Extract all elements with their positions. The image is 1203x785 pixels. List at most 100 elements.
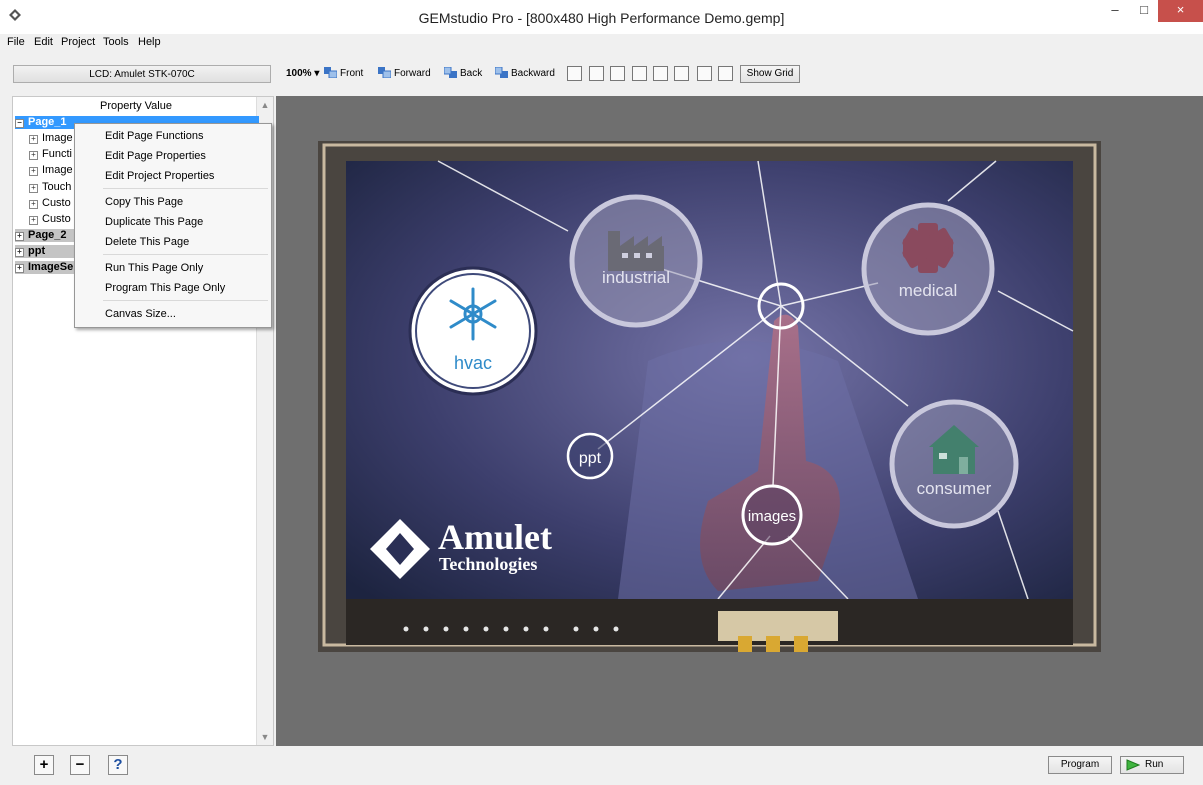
run-page-only-item[interactable]: Run This Page Only xyxy=(105,262,203,274)
menu-separator xyxy=(103,300,268,301)
menu-bar: File Edit Project Tools Help xyxy=(0,34,1203,52)
program-page-only-item[interactable]: Program This Page Only xyxy=(105,282,225,294)
canvas-workspace[interactable]: industrial medical hvac ppt images consu… xyxy=(276,96,1203,746)
consumer-node[interactable]: consumer xyxy=(889,399,1019,529)
bottom-bar xyxy=(0,749,1203,785)
align-middle-icon[interactable] xyxy=(653,66,668,81)
align-right-icon[interactable] xyxy=(610,66,625,81)
menu-separator xyxy=(103,188,268,189)
play-icon xyxy=(1126,759,1140,771)
hvac-label: hvac xyxy=(454,353,492,373)
expand-icon[interactable]: + xyxy=(29,167,38,176)
align-center-icon[interactable] xyxy=(589,66,604,81)
brand-subtitle: Technologies xyxy=(439,554,537,574)
lcd-bottom-strip xyxy=(346,599,1073,645)
run-button[interactable]: Run xyxy=(1120,756,1184,774)
copy-page-item[interactable]: Copy This Page xyxy=(105,196,183,208)
zoom-dropdown[interactable]: 100% ▾ xyxy=(286,68,319,79)
industrial-node[interactable]: industrial xyxy=(569,194,703,328)
industrial-label: industrial xyxy=(602,268,670,287)
tree-item-label: ppt xyxy=(28,245,46,257)
program-button[interactable]: Program xyxy=(1048,756,1112,774)
expand-icon[interactable]: + xyxy=(29,200,38,209)
page-context-menu: Edit Page Functions Edit Page Properties… xyxy=(74,123,272,328)
menu-help[interactable]: Help xyxy=(138,36,161,48)
menu-edit[interactable]: Edit xyxy=(34,36,53,48)
zoom-value: 100% xyxy=(286,68,312,79)
property-value-header: Property Value xyxy=(13,97,259,115)
edit-project-properties-item[interactable]: Edit Project Properties xyxy=(105,170,214,182)
duplicate-page-item[interactable]: Duplicate This Page xyxy=(105,216,203,228)
canvas-size-item[interactable]: Canvas Size... xyxy=(105,308,176,320)
brand-name: Amulet xyxy=(438,517,552,557)
title-bar: GEMstudio Pro - [800x480 High Performanc… xyxy=(0,0,1203,34)
edit-page-functions-item[interactable]: Edit Page Functions xyxy=(105,130,203,142)
maximize-button[interactable]: □ xyxy=(1130,0,1158,22)
back-button[interactable]: Back xyxy=(444,67,482,81)
front-label: Front xyxy=(340,68,364,79)
ppt-node[interactable]: ppt xyxy=(566,432,614,480)
back-label: Back xyxy=(460,68,483,79)
run-label: Run xyxy=(1145,759,1164,770)
send-back-icon xyxy=(444,67,457,78)
bring-front-icon xyxy=(324,67,337,78)
expand-icon[interactable]: + xyxy=(29,184,38,193)
remove-page-button[interactable]: − xyxy=(70,755,90,775)
toolbar: LCD: Amulet STK-070C 100% ▾ Front Forwar… xyxy=(0,60,1203,88)
expand-icon[interactable]: + xyxy=(29,135,38,144)
expand-icon[interactable]: + xyxy=(29,151,38,160)
align-bottom-icon[interactable] xyxy=(674,66,689,81)
backward-label: Backward xyxy=(511,68,555,79)
front-button[interactable]: Front xyxy=(324,67,363,81)
tree-item-label: Image xyxy=(42,164,73,176)
menu-separator xyxy=(103,254,268,255)
scroll-down-icon[interactable]: ▼ xyxy=(257,729,273,745)
backward-button[interactable]: Backward xyxy=(495,67,555,81)
hvac-node[interactable]: hvac xyxy=(408,266,538,396)
collapse-icon[interactable]: − xyxy=(15,119,24,128)
align-top-icon[interactable] xyxy=(632,66,647,81)
align-left-icon[interactable] xyxy=(567,66,582,81)
minimize-button[interactable]: – xyxy=(1100,0,1130,22)
tree-item-label: Custo xyxy=(42,213,71,225)
show-grid-button[interactable]: Show Grid xyxy=(740,65,800,83)
tree-item-label: Image xyxy=(42,132,73,144)
amulet-logo: Amulet Technologies xyxy=(370,517,552,579)
medical-cross-icon xyxy=(902,223,954,273)
tree-item-label: ImageSe xyxy=(28,261,74,273)
tree-item-label: Custo xyxy=(42,197,71,209)
images-label: images xyxy=(748,508,796,525)
send-backward-icon xyxy=(495,67,508,78)
window-title: GEMstudio Pro - [800x480 High Performanc… xyxy=(418,10,785,26)
medical-label: medical xyxy=(899,281,958,300)
close-button[interactable]: × xyxy=(1158,0,1203,22)
lcd-preview[interactable]: industrial medical hvac ppt images consu… xyxy=(318,141,1101,652)
expand-icon[interactable]: + xyxy=(29,216,38,225)
expand-icon[interactable]: + xyxy=(15,248,24,257)
bring-forward-icon xyxy=(378,67,391,78)
edit-page-properties-item[interactable]: Edit Page Properties xyxy=(105,150,206,162)
menu-tools[interactable]: Tools xyxy=(103,36,129,48)
forward-label: Forward xyxy=(394,68,431,79)
add-page-button[interactable]: + xyxy=(34,755,54,775)
expand-icon[interactable]: + xyxy=(15,264,24,273)
distribute-horizontal-icon[interactable] xyxy=(697,66,712,81)
delete-page-item[interactable]: Delete This Page xyxy=(105,236,189,248)
tree-item-label: Functi xyxy=(42,148,72,160)
images-node[interactable]: images xyxy=(741,484,803,546)
consumer-label: consumer xyxy=(917,479,992,498)
help-button[interactable]: ? xyxy=(108,755,128,775)
expand-icon[interactable]: + xyxy=(15,232,24,241)
medical-node[interactable]: medical xyxy=(861,202,995,336)
menu-file[interactable]: File xyxy=(7,36,25,48)
flex-connector-pins xyxy=(738,636,808,652)
scroll-up-icon[interactable]: ▲ xyxy=(257,97,273,113)
lcd-select-button[interactable]: LCD: Amulet STK-070C xyxy=(13,65,271,83)
tree-item-label: Page_2 xyxy=(28,229,67,241)
tree-item-label: Touch xyxy=(42,181,72,193)
tree-item-label: Page_1 xyxy=(28,116,67,128)
ppt-label: ppt xyxy=(579,450,602,467)
distribute-vertical-icon[interactable] xyxy=(718,66,733,81)
menu-project[interactable]: Project xyxy=(61,36,95,48)
forward-button[interactable]: Forward xyxy=(378,67,431,81)
